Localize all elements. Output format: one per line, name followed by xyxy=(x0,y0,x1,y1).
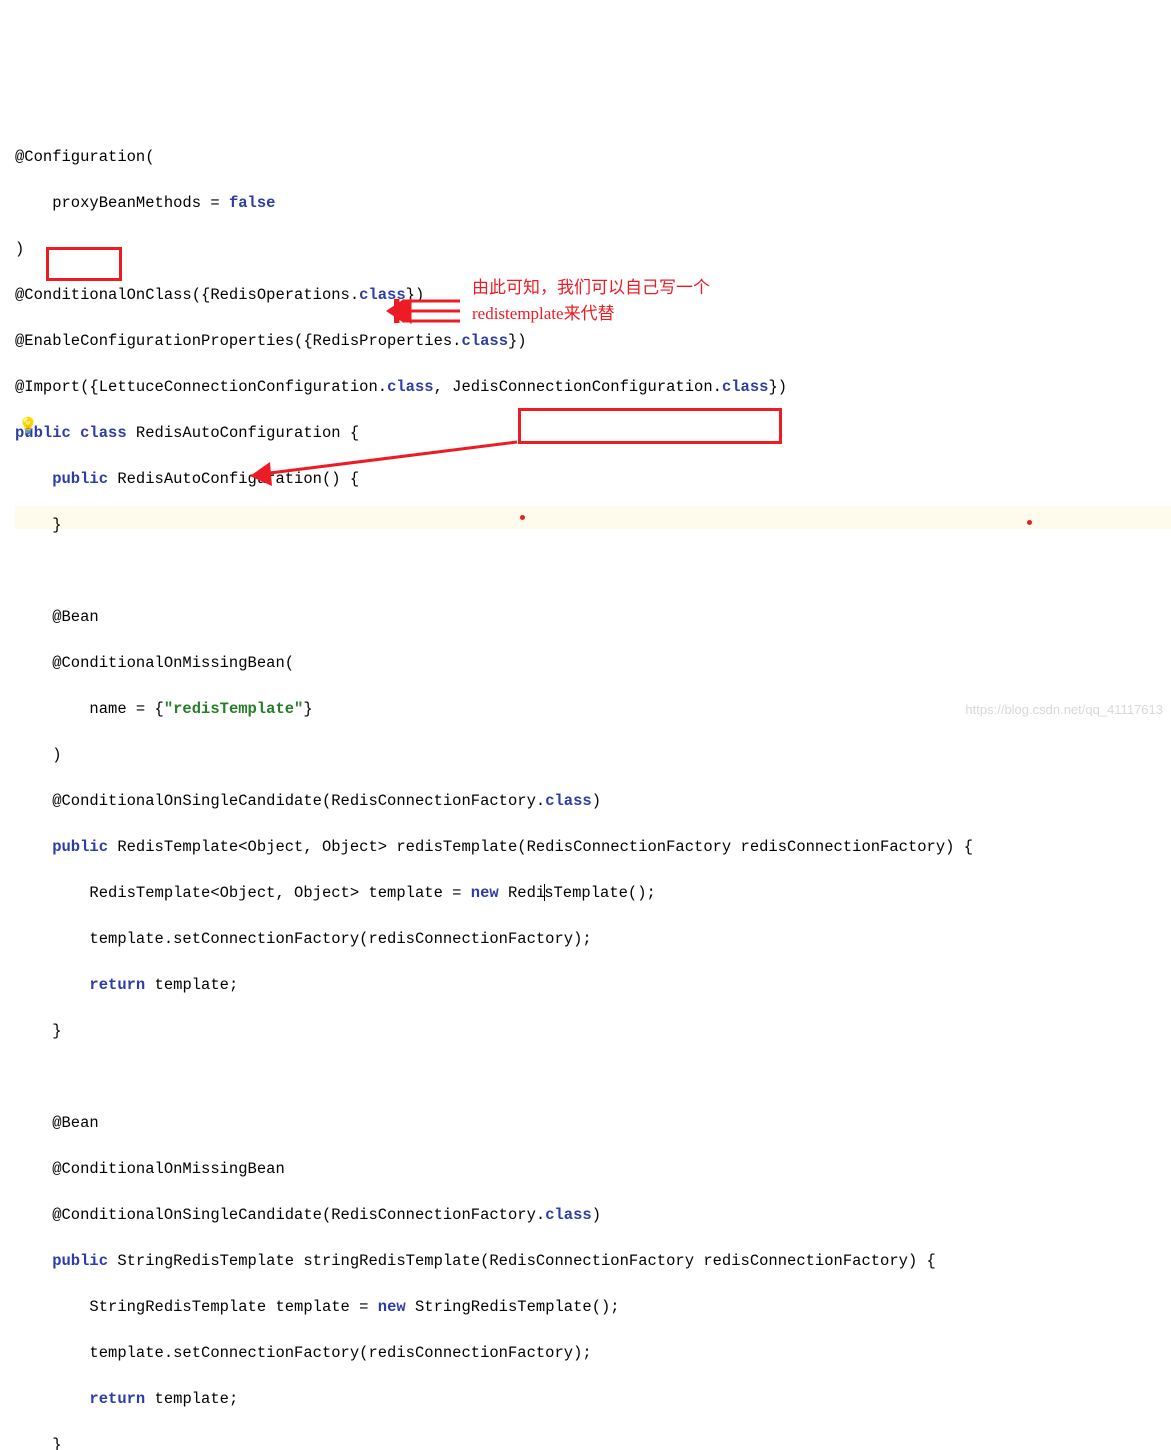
code-text: sTemplate(); xyxy=(544,884,656,902)
watermark-text: https://blog.csdn.net/qq_41117613 xyxy=(965,698,1163,721)
annotation-bean: @Bean xyxy=(15,608,99,626)
code-text: @Import({LettuceConnectionConfiguration. xyxy=(15,378,387,396)
keyword-new: new xyxy=(471,884,499,902)
code-text: proxyBeanMethods = xyxy=(15,194,229,212)
keyword-false: false xyxy=(229,194,276,212)
annotation-line1: 由此可知，我们可以自己写一个 xyxy=(472,278,710,297)
keyword-class: class xyxy=(545,792,592,810)
code-text: , JedisConnectionConfiguration. xyxy=(434,378,722,396)
code-text: name = { xyxy=(15,700,164,718)
code-text: @EnableConfigurationProperties({RedisPro… xyxy=(15,332,461,350)
code-text: template; xyxy=(145,1390,238,1408)
code-text: ) xyxy=(15,746,62,764)
keyword-return: return xyxy=(15,1390,145,1408)
code-text: template.setConnectionFactory(redisConne… xyxy=(15,930,592,948)
code-text: @ConditionalOnClass({RedisOperations. xyxy=(15,286,359,304)
annotation-bean: @Bean xyxy=(15,1114,99,1132)
intention-bulb-icon[interactable]: 💡 xyxy=(18,416,38,439)
keyword-public: public xyxy=(15,838,108,856)
code-text: ) xyxy=(15,240,24,258)
code-text: }) xyxy=(406,286,425,304)
string-literal: "redisTemplate" xyxy=(164,700,304,718)
keyword-new: new xyxy=(378,1298,406,1316)
code-text: @Configuration( xyxy=(15,148,155,166)
code-text: ) xyxy=(592,792,601,810)
keyword-class: class xyxy=(387,378,434,396)
code-text: } xyxy=(15,516,62,534)
red-dot-marker xyxy=(520,515,525,520)
code-text: StringRedisTemplate template = xyxy=(15,1298,378,1316)
code-text: @ConditionalOnSingleCandidate(RedisConne… xyxy=(15,1206,545,1224)
code-text: StringRedisTemplate stringRedisTemplate(… xyxy=(108,1252,936,1270)
keyword-return: return xyxy=(15,976,145,994)
keyword-class: class xyxy=(359,286,406,304)
code-text: StringRedisTemplate(); xyxy=(406,1298,620,1316)
code-text: RedisTemplate<Object, Object> template = xyxy=(15,884,471,902)
code-text: Redi xyxy=(499,884,546,902)
code-text: @ConditionalOnSingleCandidate(RedisConne… xyxy=(15,792,545,810)
keyword-class: class xyxy=(722,378,769,396)
code-text: } xyxy=(15,1436,62,1450)
code-text: @ConditionalOnMissingBean( xyxy=(15,654,294,672)
code-text: }) xyxy=(768,378,787,396)
code-text: ) xyxy=(592,1206,601,1224)
code-text: @ConditionalOnMissingBean xyxy=(15,1160,285,1178)
code-text: RedisAutoConfiguration() { xyxy=(108,470,359,488)
red-dot-marker xyxy=(1027,520,1032,525)
keyword-class: class xyxy=(71,424,127,442)
code-text: template.setConnectionFactory(redisConne… xyxy=(15,1344,592,1362)
code-text: } xyxy=(15,1022,62,1040)
code-text: } xyxy=(303,700,312,718)
keyword-public: public xyxy=(15,1252,108,1270)
code-text: template; xyxy=(145,976,238,994)
code-text: RedisTemplate<Object, Object> redisTempl… xyxy=(108,838,973,856)
code-text: }) xyxy=(508,332,527,350)
annotation-line2: redistemplate来代替 xyxy=(472,304,615,323)
code-text: RedisAutoConfiguration { xyxy=(127,424,360,442)
keyword-class: class xyxy=(545,1206,592,1224)
annotation-comment: 由此可知，我们可以自己写一个 redistemplate来代替 xyxy=(472,275,710,327)
keyword-class: class xyxy=(461,332,508,350)
keyword-public: public xyxy=(15,470,108,488)
